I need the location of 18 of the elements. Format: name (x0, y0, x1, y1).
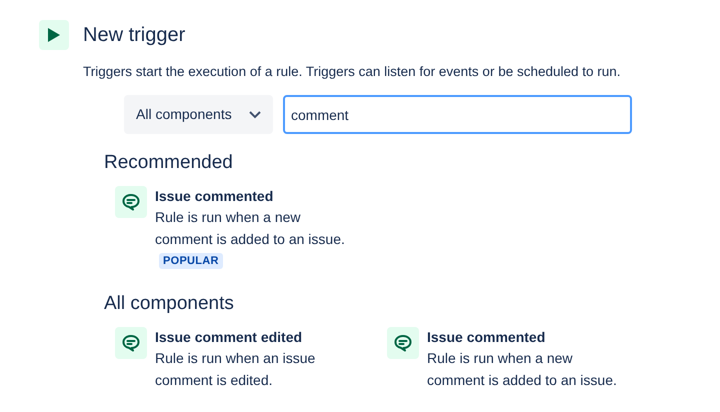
trigger-title[interactable]: Issue commented (155, 186, 274, 206)
page-description: Triggers start the execution of a rule. Triggers can listen for events or be scheduled to run. (82, 63, 622, 81)
section-heading: Recommended (104, 151, 234, 176)
comment-icon (115, 186, 147, 218)
play-icon (39, 20, 69, 50)
trigger-description: Rule is run when an issue comment is edited. (155, 349, 316, 390)
popular-badge: POPULAR (159, 253, 223, 270)
trigger-description: Rule is run when a new comment is added to an issue. (155, 208, 345, 250)
comment-icon (387, 327, 419, 360)
component-dropdown[interactable]: All components (124, 95, 273, 134)
trigger-description: Rule is run when a new comment is added to an issue. (427, 349, 617, 390)
chevron-down-icon (249, 110, 261, 119)
section-heading: All components (104, 292, 235, 316)
trigger-title[interactable]: Issue comment edited (155, 327, 302, 348)
search-field[interactable]: comment (283, 95, 632, 134)
comment-icon (115, 327, 147, 360)
trigger-title[interactable]: Issue commented (427, 327, 546, 348)
page-title: New trigger (83, 23, 186, 48)
